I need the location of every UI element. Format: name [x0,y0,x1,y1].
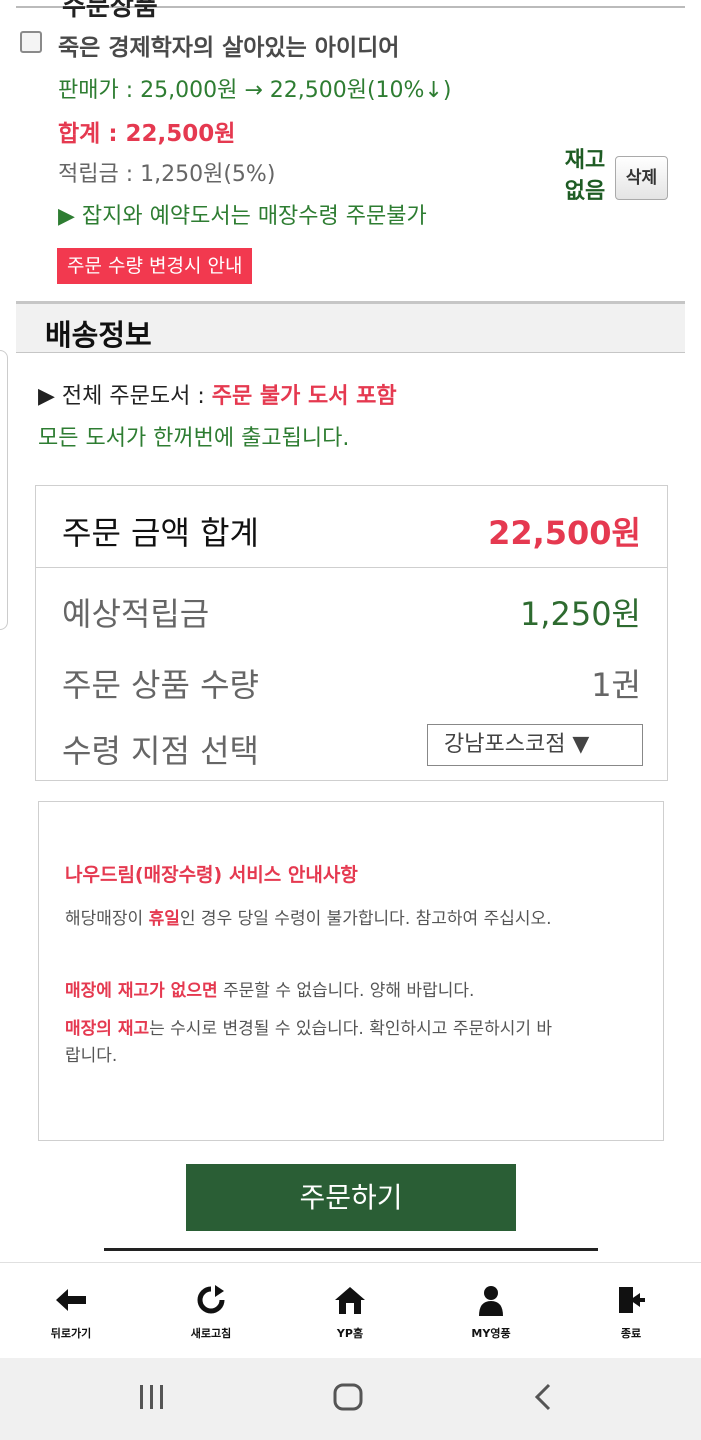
expected-points-value: 1,250원 [519,595,641,633]
quantity-change-notice-button[interactable]: 주문 수량 변경시 안내 [57,248,253,284]
order-total-label: 주문 금액 합계 [62,514,259,552]
cart-item: 죽은 경제학자의 살아있는 아이디어 판매가 : 25,000원 → 22,50… [16,8,685,298]
branch-select-dropdown[interactable]: 강남포스코점 ▼ [427,724,643,766]
service-info-stock: 매장에 재고가 없으면 주문할 수 없습니다. 양해 바랍니다. [65,978,565,1005]
nav-refresh[interactable]: 새로고침 [166,1285,256,1341]
service-info-title: 나우드림(매장수령) 서비스 안내사항 [65,864,358,886]
delivery-status-highlight: 주문 불가 도서 포함 [211,384,397,409]
bottom-nav: 뒤로가기 새로고침 YP홈 MY영풍 종료 [0,1262,701,1358]
item-price: 판매가 : 25,000원 → 22,500원(10%↓) [58,78,452,103]
service-info-box: 나우드림(매장수령) 서비스 안내사항 해당매장이 휴일인 경우 당일 수령이 … [38,801,664,1141]
info-text: 주문할 수 없습니다. 양해 바랍니다. [217,981,475,1001]
delivery-status-prefix: ▶ 전체 주문도서 : [38,384,212,409]
order-quantity-value: 1권 [591,666,641,704]
nav-my-label: MY영풍 [471,1327,511,1340]
nav-home[interactable]: YP홈 [305,1285,395,1341]
previous-section-header: 주문상품 [16,0,685,22]
delivery-order-status: ▶ 전체 주문도서 : 주문 불가 도서 포함 [38,378,397,410]
item-points: 적립금 : 1,250원(5%) [58,162,276,187]
recent-apps-icon[interactable] [138,1382,166,1420]
home-button-icon[interactable] [333,1382,363,1420]
back-button-icon[interactable] [533,1382,553,1420]
arrow-left-icon [26,1285,116,1317]
stock-status-line2: 없음 [564,178,606,204]
order-quantity-row: 주문 상품 수량 1권 [36,650,667,710]
info-highlight: 휴일 [148,909,180,929]
nav-refresh-label: 새로고침 [190,1327,232,1340]
nav-home-label: YP홈 [336,1327,364,1340]
order-summary: 주문 금액 합계 22,500원 예상적립금 1,250원 주문 상품 수량 1… [35,485,668,781]
nav-back-label: 뒤로가기 [50,1327,92,1340]
info-highlight: 매장의 재고 [65,1019,150,1039]
item-total: 합계 : 22,500원 [58,121,236,147]
branch-select-label: 수령 지점 선택 [62,732,259,770]
order-button[interactable]: 주문하기 [186,1164,516,1231]
exit-icon [586,1285,676,1317]
delivery-section-title: 배송정보 [45,318,152,352]
item-checkbox[interactable] [20,31,42,53]
branch-select-row: 수령 지점 선택 강남포스코점 ▼ [36,716,667,776]
delete-button[interactable]: 삭제 [615,156,668,200]
expected-points-label: 예상적립금 [62,595,210,633]
system-navigation-bar [0,1358,701,1440]
user-icon [446,1285,536,1317]
item-notice: ▶ 잡지와 예약도서는 매장수령 주문불가 [58,204,427,229]
nav-back[interactable]: 뒤로가기 [26,1285,116,1341]
delivery-section-header: 배송정보 [16,301,685,353]
service-info-change: 매장의 재고는 수시로 변경될 수 있습니다. 확인하시고 주문하시기 바랍니다… [65,1016,565,1070]
item-title[interactable]: 죽은 경제학자의 살아있는 아이디어 [58,28,399,62]
divider [104,1248,598,1251]
delivery-shipping-note: 모든 도서가 한꺼번에 출고됩니다. [38,426,350,451]
nav-exit[interactable]: 종료 [586,1285,676,1341]
stock-status-line1: 재고 [564,148,606,173]
home-icon [305,1285,395,1317]
expected-points-row: 예상적립금 1,250원 [36,579,667,639]
nav-my[interactable]: MY영풍 [446,1285,536,1341]
info-text: 인 경우 당일 수령이 불가합니다. 참고하여 주십시오. [179,909,552,929]
side-drawer-handle[interactable] [0,350,8,630]
order-quantity-label: 주문 상품 수량 [62,666,259,704]
refresh-icon [166,1285,256,1317]
order-total-value: 22,500원 [488,514,641,552]
stock-status: 재고 없음 [558,146,612,208]
service-info-holiday: 해당매장이 휴일인 경우 당일 수령이 불가합니다. 참고하여 주십시오. [65,906,565,933]
order-total-row: 주문 금액 합계 22,500원 [36,486,667,568]
info-text: 해당매장이 [65,909,149,929]
info-highlight: 매장에 재고가 없으면 [65,981,218,1001]
nav-exit-label: 종료 [620,1327,642,1340]
